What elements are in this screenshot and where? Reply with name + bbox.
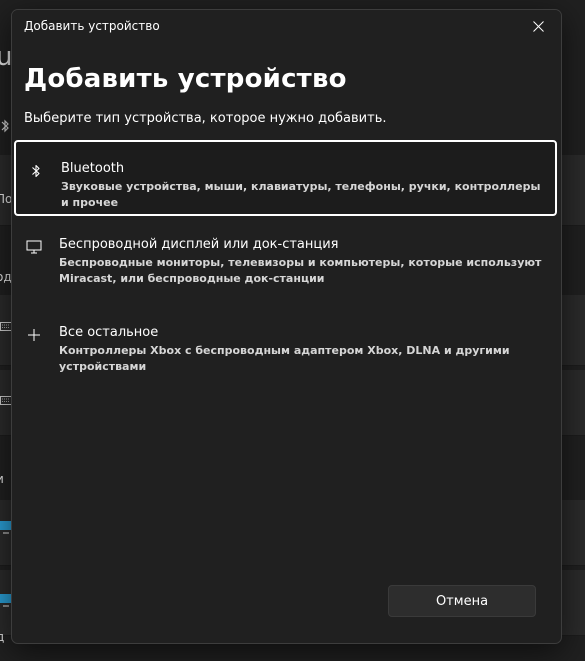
cancel-button[interactable]: Отмена (388, 585, 536, 617)
option-description: Беспроводные мониторы, телевизоры и комп… (59, 256, 542, 285)
close-button[interactable] (515, 10, 561, 43)
bluetooth-icon (1, 119, 9, 133)
background-label-fragment: д (0, 630, 5, 644)
close-icon (532, 21, 544, 32)
option-description: Звуковые устройства, мыши, клавиатуры, т… (61, 180, 541, 209)
bluetooth-icon (27, 162, 45, 180)
dialog-subtitle: Выберите тип устройства, которое нужно д… (24, 111, 387, 126)
background-label-fragment: од (0, 270, 12, 284)
monitor-icon (25, 238, 43, 256)
option-title: Bluetooth (61, 161, 125, 176)
dialog-window-title: Добавить устройство (24, 19, 160, 33)
option-title: Все остальное (59, 325, 159, 340)
add-device-dialog: Добавить устройство Добавить устройство … (11, 9, 562, 644)
plus-icon (25, 326, 43, 344)
background-label-fragment: и (0, 472, 4, 486)
dialog-heading: Добавить устройство (24, 64, 347, 94)
option-bluetooth[interactable]: Bluetooth Звуковые устройства, мыши, кла… (14, 140, 557, 216)
dialog-titlebar: Добавить устройство (12, 10, 561, 43)
option-wireless-display[interactable]: Беспроводной дисплей или док-станция Бес… (14, 222, 557, 302)
option-description: Контроллеры Xbox с беспроводным адаптеро… (59, 344, 510, 373)
option-title: Беспроводной дисплей или док-станция (59, 237, 339, 252)
option-everything-else[interactable]: Все остальное Контроллеры Xbox с беспров… (14, 310, 557, 390)
